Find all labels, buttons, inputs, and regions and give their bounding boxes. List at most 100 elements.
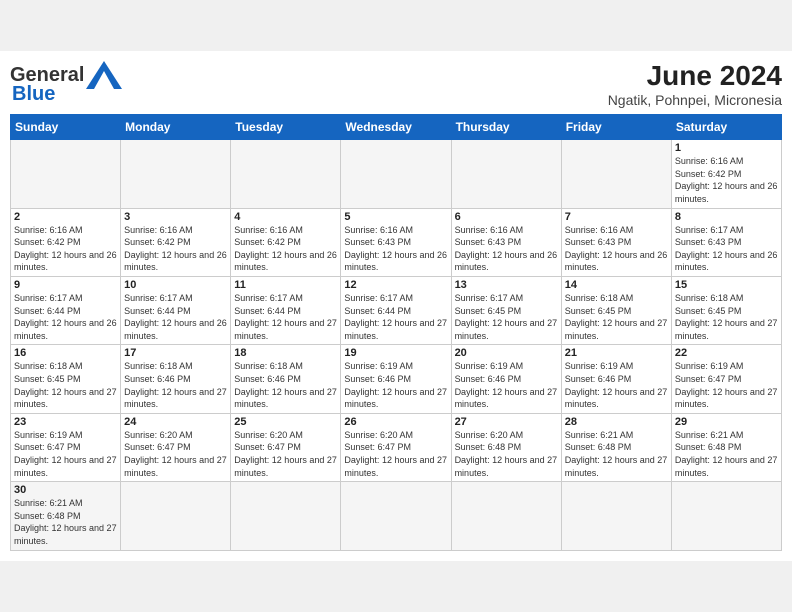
day-number: 30: [14, 484, 117, 496]
header: General Blue June 2024 Ngatik, Pohnpei, …: [10, 61, 782, 108]
day-info: Sunrise: 6:17 AMSunset: 6:44 PMDaylight:…: [234, 292, 337, 342]
day-number: 19: [344, 347, 447, 359]
calendar-cell: [231, 482, 341, 550]
calendar-cell: [11, 140, 121, 208]
calendar-cell: 29Sunrise: 6:21 AMSunset: 6:48 PMDayligh…: [671, 413, 781, 481]
calendar-cell: 26Sunrise: 6:20 AMSunset: 6:47 PMDayligh…: [341, 413, 451, 481]
calendar-cell: 8Sunrise: 6:17 AMSunset: 6:43 PMDaylight…: [671, 208, 781, 276]
day-info: Sunrise: 6:21 AMSunset: 6:48 PMDaylight:…: [675, 429, 778, 479]
calendar-cell: 5Sunrise: 6:16 AMSunset: 6:43 PMDaylight…: [341, 208, 451, 276]
calendar-week-row: 30Sunrise: 6:21 AMSunset: 6:48 PMDayligh…: [11, 482, 782, 550]
col-tuesday: Tuesday: [231, 115, 341, 140]
day-number: 18: [234, 347, 337, 359]
day-number: 9: [14, 279, 117, 291]
day-info: Sunrise: 6:16 AMSunset: 6:42 PMDaylight:…: [234, 224, 337, 274]
day-info: Sunrise: 6:20 AMSunset: 6:47 PMDaylight:…: [124, 429, 227, 479]
calendar-week-row: 9Sunrise: 6:17 AMSunset: 6:44 PMDaylight…: [11, 277, 782, 345]
day-number: 29: [675, 416, 778, 428]
calendar-cell: 7Sunrise: 6:16 AMSunset: 6:43 PMDaylight…: [561, 208, 671, 276]
day-info: Sunrise: 6:18 AMSunset: 6:46 PMDaylight:…: [124, 360, 227, 410]
calendar-week-row: 16Sunrise: 6:18 AMSunset: 6:45 PMDayligh…: [11, 345, 782, 413]
calendar-cell: [451, 482, 561, 550]
day-number: 5: [344, 211, 447, 223]
day-info: Sunrise: 6:20 AMSunset: 6:47 PMDaylight:…: [344, 429, 447, 479]
day-info: Sunrise: 6:17 AMSunset: 6:45 PMDaylight:…: [455, 292, 558, 342]
day-info: Sunrise: 6:18 AMSunset: 6:45 PMDaylight:…: [14, 360, 117, 410]
day-number: 3: [124, 211, 227, 223]
day-info: Sunrise: 6:20 AMSunset: 6:47 PMDaylight:…: [234, 429, 337, 479]
col-thursday: Thursday: [451, 115, 561, 140]
day-number: 15: [675, 279, 778, 291]
day-info: Sunrise: 6:19 AMSunset: 6:46 PMDaylight:…: [455, 360, 558, 410]
calendar-cell: 13Sunrise: 6:17 AMSunset: 6:45 PMDayligh…: [451, 277, 561, 345]
calendar-cell: 14Sunrise: 6:18 AMSunset: 6:45 PMDayligh…: [561, 277, 671, 345]
calendar-cell: 19Sunrise: 6:19 AMSunset: 6:46 PMDayligh…: [341, 345, 451, 413]
day-number: 6: [455, 211, 558, 223]
calendar-table: Sunday Monday Tuesday Wednesday Thursday…: [10, 114, 782, 550]
day-number: 17: [124, 347, 227, 359]
day-info: Sunrise: 6:16 AMSunset: 6:43 PMDaylight:…: [565, 224, 668, 274]
day-number: 2: [14, 211, 117, 223]
calendar-cell: 15Sunrise: 6:18 AMSunset: 6:45 PMDayligh…: [671, 277, 781, 345]
day-info: Sunrise: 6:16 AMSunset: 6:43 PMDaylight:…: [344, 224, 447, 274]
calendar-cell: 16Sunrise: 6:18 AMSunset: 6:45 PMDayligh…: [11, 345, 121, 413]
day-number: 1: [675, 142, 778, 154]
calendar-week-row: 1Sunrise: 6:16 AMSunset: 6:42 PMDaylight…: [11, 140, 782, 208]
day-number: 22: [675, 347, 778, 359]
calendar-cell: 18Sunrise: 6:18 AMSunset: 6:46 PMDayligh…: [231, 345, 341, 413]
calendar-cell: [121, 140, 231, 208]
day-number: 11: [234, 279, 337, 291]
calendar-cell: [561, 140, 671, 208]
calendar-cell: 2Sunrise: 6:16 AMSunset: 6:42 PMDaylight…: [11, 208, 121, 276]
day-number: 16: [14, 347, 117, 359]
day-number: 27: [455, 416, 558, 428]
calendar-cell: [341, 482, 451, 550]
day-info: Sunrise: 6:16 AMSunset: 6:42 PMDaylight:…: [14, 224, 117, 274]
calendar-subtitle: Ngatik, Pohnpei, Micronesia: [608, 92, 782, 108]
day-info: Sunrise: 6:21 AMSunset: 6:48 PMDaylight:…: [14, 497, 117, 547]
calendar-cell: [671, 482, 781, 550]
day-info: Sunrise: 6:19 AMSunset: 6:46 PMDaylight:…: [344, 360, 447, 410]
calendar-cell: [121, 482, 231, 550]
col-saturday: Saturday: [671, 115, 781, 140]
calendar-cell: 9Sunrise: 6:17 AMSunset: 6:44 PMDaylight…: [11, 277, 121, 345]
day-number: 13: [455, 279, 558, 291]
calendar-cell: 24Sunrise: 6:20 AMSunset: 6:47 PMDayligh…: [121, 413, 231, 481]
day-info: Sunrise: 6:17 AMSunset: 6:43 PMDaylight:…: [675, 224, 778, 274]
day-info: Sunrise: 6:18 AMSunset: 6:46 PMDaylight:…: [234, 360, 337, 410]
calendar-week-row: 2Sunrise: 6:16 AMSunset: 6:42 PMDaylight…: [11, 208, 782, 276]
calendar-cell: 12Sunrise: 6:17 AMSunset: 6:44 PMDayligh…: [341, 277, 451, 345]
day-number: 12: [344, 279, 447, 291]
day-info: Sunrise: 6:17 AMSunset: 6:44 PMDaylight:…: [14, 292, 117, 342]
calendar-cell: 10Sunrise: 6:17 AMSunset: 6:44 PMDayligh…: [121, 277, 231, 345]
logo-icon: [86, 61, 122, 89]
day-number: 21: [565, 347, 668, 359]
day-info: Sunrise: 6:21 AMSunset: 6:48 PMDaylight:…: [565, 429, 668, 479]
calendar-cell: [231, 140, 341, 208]
day-info: Sunrise: 6:17 AMSunset: 6:44 PMDaylight:…: [344, 292, 447, 342]
day-info: Sunrise: 6:16 AMSunset: 6:42 PMDaylight:…: [124, 224, 227, 274]
day-info: Sunrise: 6:19 AMSunset: 6:47 PMDaylight:…: [675, 360, 778, 410]
day-number: 14: [565, 279, 668, 291]
day-info: Sunrise: 6:19 AMSunset: 6:46 PMDaylight:…: [565, 360, 668, 410]
calendar-cell: 27Sunrise: 6:20 AMSunset: 6:48 PMDayligh…: [451, 413, 561, 481]
day-number: 26: [344, 416, 447, 428]
calendar-title: June 2024: [608, 61, 782, 92]
calendar-cell: 3Sunrise: 6:16 AMSunset: 6:42 PMDaylight…: [121, 208, 231, 276]
calendar-cell: 30Sunrise: 6:21 AMSunset: 6:48 PMDayligh…: [11, 482, 121, 550]
calendar-cell: 17Sunrise: 6:18 AMSunset: 6:46 PMDayligh…: [121, 345, 231, 413]
calendar-cell: 21Sunrise: 6:19 AMSunset: 6:46 PMDayligh…: [561, 345, 671, 413]
title-block: June 2024 Ngatik, Pohnpei, Micronesia: [608, 61, 782, 108]
calendar-cell: [561, 482, 671, 550]
day-number: 28: [565, 416, 668, 428]
day-number: 10: [124, 279, 227, 291]
day-info: Sunrise: 6:19 AMSunset: 6:47 PMDaylight:…: [14, 429, 117, 479]
logo: General Blue: [10, 61, 122, 106]
col-friday: Friday: [561, 115, 671, 140]
page: General Blue June 2024 Ngatik, Pohnpei, …: [0, 51, 792, 560]
calendar-header-row: Sunday Monday Tuesday Wednesday Thursday…: [11, 115, 782, 140]
day-info: Sunrise: 6:17 AMSunset: 6:44 PMDaylight:…: [124, 292, 227, 342]
day-info: Sunrise: 6:18 AMSunset: 6:45 PMDaylight:…: [675, 292, 778, 342]
calendar-cell: 20Sunrise: 6:19 AMSunset: 6:46 PMDayligh…: [451, 345, 561, 413]
day-number: 23: [14, 416, 117, 428]
